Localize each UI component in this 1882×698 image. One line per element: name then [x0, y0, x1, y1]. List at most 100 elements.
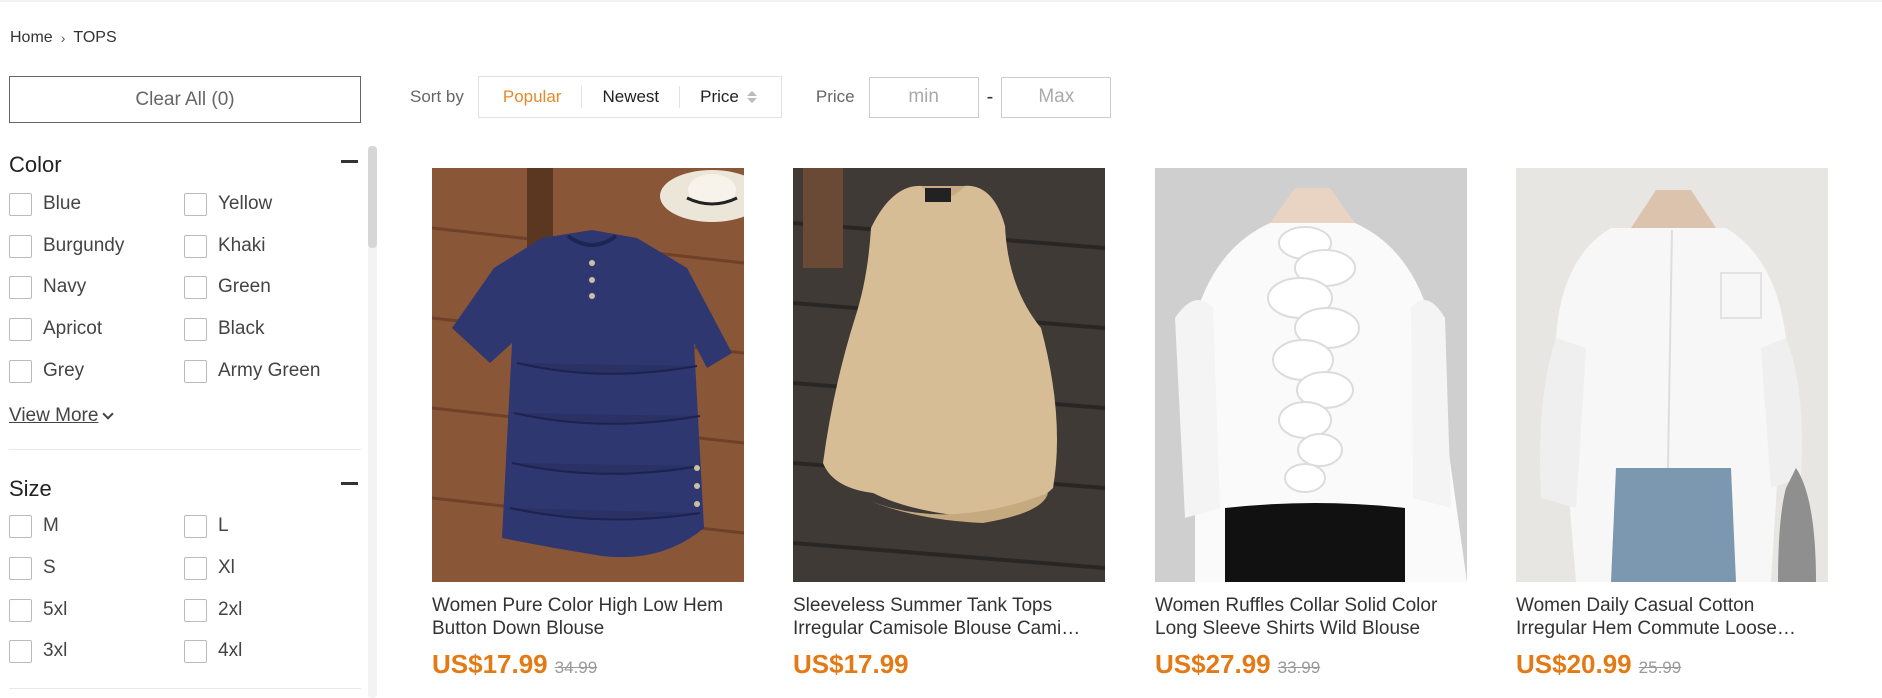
product-price: US$17.99 — [793, 649, 909, 679]
size-section-title: Size — [9, 476, 52, 501]
collapse-size-icon[interactable] — [341, 482, 358, 485]
section-divider — [9, 449, 361, 450]
price-row: US$17.99 34.99 — [432, 649, 744, 680]
checkbox[interactable] — [184, 359, 207, 383]
size-option-3xl[interactable]: 3xl — [9, 638, 67, 664]
checkbox[interactable] — [184, 317, 207, 341]
checkbox[interactable] — [9, 275, 32, 299]
price-min-input[interactable] — [868, 76, 979, 118]
checkbox[interactable] — [184, 639, 207, 663]
size-label: Xl — [218, 557, 235, 578]
size-label: 2xl — [218, 599, 243, 620]
price-row: US$17.99 — [793, 649, 1105, 680]
collapse-color-icon[interactable] — [341, 160, 358, 163]
color-option-grey[interactable]: Grey — [9, 358, 84, 384]
sort-arrows-icon — [746, 91, 757, 103]
sidebar-scrollbar-thumb[interactable] — [368, 146, 377, 248]
checkbox[interactable] — [184, 275, 207, 299]
product-title[interactable]: Women Pure Color High Low Hem Button Dow… — [432, 594, 744, 640]
product-title[interactable]: Women Daily Casual Cotton Irregular Hem … — [1516, 594, 1828, 640]
color-option-black[interactable]: Black — [184, 316, 264, 342]
sort-newest[interactable]: Newest — [582, 86, 679, 108]
checkbox[interactable] — [9, 514, 32, 538]
size-label: L — [218, 515, 229, 536]
size-option-l[interactable]: L — [184, 513, 229, 539]
color-label: Navy — [43, 276, 87, 297]
product-title[interactable]: Sleeveless Summer Tank Tops Irregular Ca… — [793, 594, 1105, 640]
product-image-navy-blouse[interactable] — [432, 168, 744, 582]
top-border — [0, 0, 1882, 2]
product-price: US$20.99 — [1516, 649, 1632, 679]
sort-options: Popular Newest Price — [477, 76, 782, 118]
sort-toolbar: Sort by Popular Newest Price Price - — [410, 76, 1112, 118]
color-label: Black — [218, 318, 265, 339]
checkbox[interactable] — [184, 598, 207, 622]
product-image-white-ruffle-blouse[interactable] — [1155, 168, 1467, 582]
sort-popular[interactable]: Popular — [483, 86, 582, 108]
checkbox[interactable] — [9, 192, 32, 216]
price-max-input[interactable] — [1001, 76, 1112, 118]
filter-sidebar: Clear All (0) Color Blue Yellow Burgundy… — [9, 76, 361, 698]
price-filter-label: Price — [815, 87, 855, 106]
size-option-xl[interactable]: Xl — [184, 555, 235, 581]
color-option-blue[interactable]: Blue — [9, 191, 81, 217]
color-label: Apricot — [43, 318, 103, 339]
color-option-khaki[interactable]: Khaki — [184, 233, 266, 259]
color-label: Khaki — [218, 235, 266, 256]
color-label: Army Green — [218, 360, 321, 381]
size-option-5xl[interactable]: 5xl — [9, 597, 67, 623]
color-label: Burgundy — [43, 235, 125, 256]
view-more-link[interactable]: View More — [9, 405, 115, 427]
product-title[interactable]: Women Ruffles Collar Solid Color Long Sl… — [1155, 594, 1467, 640]
product-card[interactable]: Sleeveless Summer Tank Tops Irregular Ca… — [793, 168, 1105, 680]
checkbox[interactable] — [184, 234, 207, 258]
color-option-navy[interactable]: Navy — [9, 274, 86, 300]
color-option-yellow[interactable]: Yellow — [184, 191, 272, 217]
color-option-green[interactable]: Green — [184, 274, 271, 300]
color-label: Grey — [43, 360, 85, 381]
chevron-down-icon — [102, 407, 115, 420]
checkbox[interactable] — [9, 234, 32, 258]
checkbox[interactable] — [184, 514, 207, 538]
product-price: US$17.99 — [432, 649, 548, 679]
size-label: 5xl — [43, 599, 68, 620]
clear-all-button[interactable]: Clear All (0) — [9, 76, 361, 123]
product-image-beige-tank-top[interactable] — [793, 168, 1105, 582]
checkbox[interactable] — [9, 556, 32, 580]
chevron-right-icon: › — [60, 30, 66, 46]
size-label: 4xl — [218, 640, 243, 661]
color-section-title: Color — [9, 152, 62, 177]
checkbox[interactable] — [184, 556, 207, 580]
checkbox[interactable] — [9, 359, 32, 383]
color-label: Green — [218, 276, 271, 297]
price-row: US$27.99 33.99 — [1155, 649, 1467, 680]
product-original-price: 33.99 — [1277, 658, 1321, 677]
size-label: M — [43, 515, 59, 536]
breadcrumb: Home › TOPS — [10, 29, 117, 47]
product-card[interactable]: Women Daily Casual Cotton Irregular Hem … — [1516, 168, 1828, 680]
size-option-4xl[interactable]: 4xl — [184, 638, 242, 664]
checkbox[interactable] — [9, 639, 32, 663]
breadcrumb-home-link[interactable]: Home — [10, 29, 53, 47]
breadcrumb-current: TOPS — [73, 29, 117, 46]
color-option-apricot[interactable]: Apricot — [9, 316, 102, 342]
sort-price-label: Price — [700, 87, 739, 106]
size-option-m[interactable]: M — [9, 513, 59, 539]
checkbox[interactable] — [184, 192, 207, 216]
size-option-s[interactable]: S — [9, 555, 56, 581]
product-card[interactable]: Women Pure Color High Low Hem Button Dow… — [432, 168, 744, 680]
checkbox[interactable] — [9, 598, 32, 622]
product-price: US$27.99 — [1155, 649, 1271, 679]
color-option-army-green[interactable]: Army Green — [184, 358, 320, 384]
product-original-price: 34.99 — [554, 658, 598, 677]
size-option-2xl[interactable]: 2xl — [184, 597, 242, 623]
product-image-white-loose-shirt[interactable] — [1516, 168, 1828, 582]
price-range-dash: - — [986, 85, 994, 108]
checkbox[interactable] — [9, 317, 32, 341]
color-label: Blue — [43, 193, 82, 214]
section-divider — [9, 688, 361, 689]
color-option-burgundy[interactable]: Burgundy — [9, 233, 124, 259]
sort-price[interactable]: Price — [680, 86, 777, 108]
size-label: S — [43, 557, 56, 578]
product-card[interactable]: Women Ruffles Collar Solid Color Long Sl… — [1155, 168, 1467, 680]
